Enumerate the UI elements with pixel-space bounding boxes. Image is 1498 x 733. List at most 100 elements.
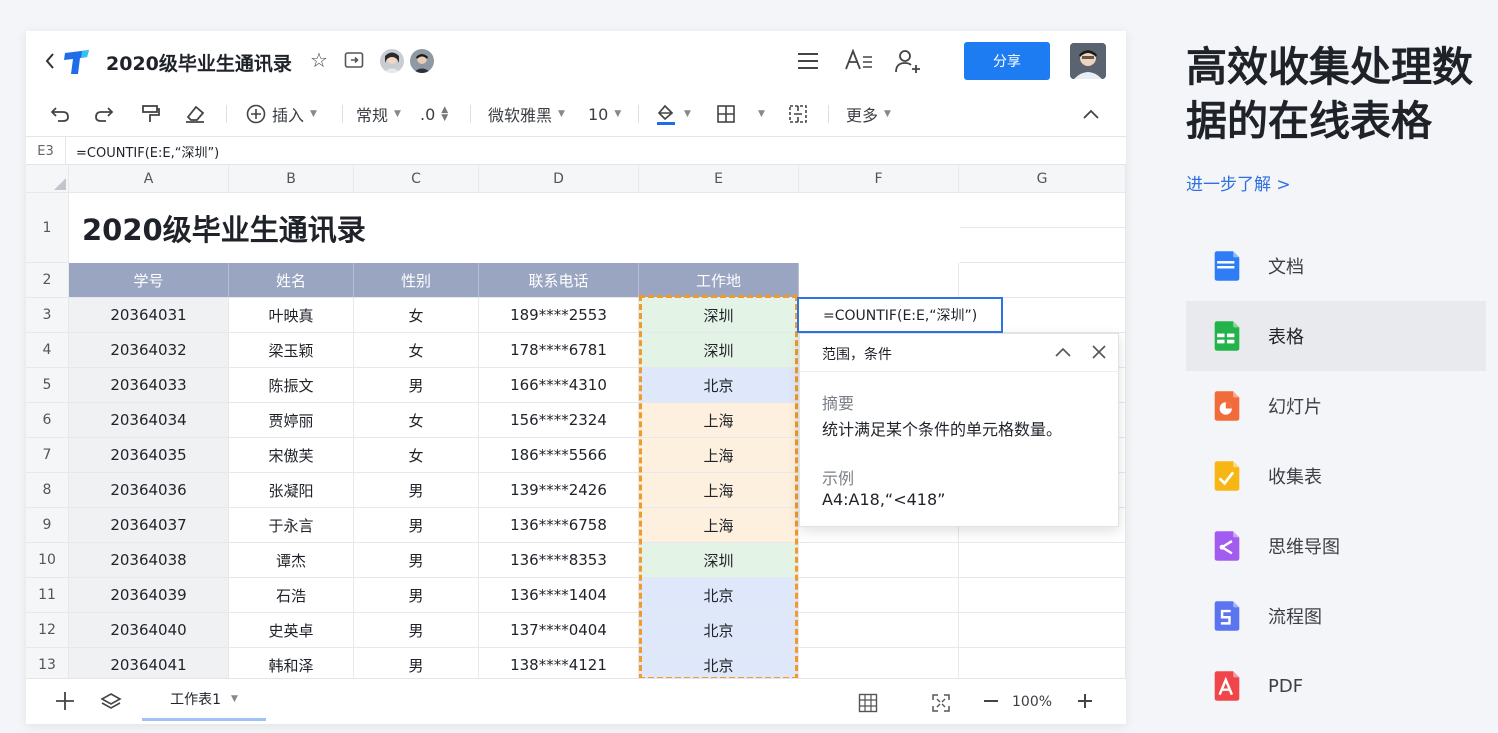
row-header[interactable]: 13	[26, 648, 69, 678]
grid-cell[interactable]	[959, 613, 1126, 648]
grid-cell[interactable]	[799, 578, 959, 613]
product-item[interactable]: 表格	[1186, 301, 1486, 371]
fit-screen-icon[interactable]	[930, 692, 952, 714]
zoom-out-icon[interactable]	[982, 690, 1000, 712]
student-id-cell[interactable]: 20364039	[69, 578, 229, 613]
gender-cell[interactable]: 女	[354, 438, 479, 473]
workplace-cell[interactable]: 上海	[639, 403, 799, 438]
gender-cell[interactable]: 男	[354, 368, 479, 403]
name-cell[interactable]: 梁玉颖	[229, 333, 354, 368]
select-all-corner[interactable]	[26, 165, 69, 193]
row-header[interactable]: 5	[26, 368, 69, 403]
workplace-cell[interactable]: 深圳	[639, 298, 799, 333]
gender-cell[interactable]: 女	[354, 403, 479, 438]
phone-cell[interactable]: 136****6758	[479, 508, 639, 543]
row-header[interactable]: 6	[26, 403, 69, 438]
phone-cell[interactable]: 178****6781	[479, 333, 639, 368]
add-sheet-icon[interactable]	[54, 690, 76, 712]
name-cell[interactable]: 谭杰	[229, 543, 354, 578]
column-header-c[interactable]: C	[354, 165, 479, 193]
font-size-select[interactable]: 10 ▼	[588, 91, 621, 137]
gender-cell[interactable]: 男	[354, 473, 479, 508]
clear-format-icon[interactable]	[184, 91, 206, 137]
phone-cell[interactable]: 137****0404	[479, 613, 639, 648]
sheet-tab[interactable]: 工作表1 ▼	[142, 679, 266, 721]
doc-title[interactable]: 2020级毕业生通讯录	[106, 49, 292, 76]
row-header[interactable]: 7	[26, 438, 69, 473]
grid-cell[interactable]	[799, 648, 959, 678]
header-cell-student-id[interactable]: 学号	[69, 263, 229, 298]
workplace-cell[interactable]: 上海	[639, 508, 799, 543]
phone-cell[interactable]: 136****8353	[479, 543, 639, 578]
share-button[interactable]: 分享	[964, 42, 1050, 80]
workplace-cell[interactable]: 上海	[639, 473, 799, 508]
move-to-folder-icon[interactable]	[344, 50, 364, 70]
product-item[interactable]: 收集表	[1186, 441, 1486, 511]
name-cell[interactable]: 宋傲芙	[229, 438, 354, 473]
column-header-f[interactable]: F	[799, 165, 959, 193]
header-cell-name[interactable]: 姓名	[229, 263, 354, 298]
student-id-cell[interactable]: 20364040	[69, 613, 229, 648]
more-menu[interactable]: 更多 ▼	[846, 91, 891, 137]
gridlines-icon[interactable]	[858, 693, 878, 713]
phone-cell[interactable]: 139****2426	[479, 473, 639, 508]
product-item[interactable]: 思维导图	[1186, 511, 1486, 581]
column-header-g[interactable]: G	[959, 165, 1126, 193]
column-header-d[interactable]: D	[479, 165, 639, 193]
collapse-toolbar-icon[interactable]	[1082, 91, 1100, 137]
student-id-cell[interactable]: 20364034	[69, 403, 229, 438]
product-item[interactable]: 文档	[1186, 231, 1486, 301]
product-item[interactable]: 幻灯片	[1186, 371, 1486, 441]
student-id-cell[interactable]: 20364037	[69, 508, 229, 543]
product-item[interactable]: PDF	[1186, 651, 1486, 721]
undo-icon[interactable]	[50, 91, 70, 137]
grid-cell[interactable]	[959, 263, 1126, 298]
gender-cell[interactable]: 女	[354, 333, 479, 368]
grid-cell[interactable]	[799, 543, 959, 578]
gender-cell[interactable]: 男	[354, 613, 479, 648]
grid-cell[interactable]	[799, 613, 959, 648]
close-icon[interactable]	[1090, 343, 1108, 361]
row-header[interactable]: 10	[26, 543, 69, 578]
zoom-level[interactable]: 100%	[1012, 679, 1052, 724]
grid-cell[interactable]	[959, 543, 1126, 578]
workplace-cell[interactable]: 上海	[639, 438, 799, 473]
student-id-cell[interactable]: 20364041	[69, 648, 229, 678]
user-avatar[interactable]	[1070, 43, 1106, 79]
phone-cell[interactable]: 136****1404	[479, 578, 639, 613]
phone-cell[interactable]: 186****5566	[479, 438, 639, 473]
name-cell[interactable]: 张凝阳	[229, 473, 354, 508]
phone-cell[interactable]: 156****2324	[479, 403, 639, 438]
name-cell[interactable]: 韩和泽	[229, 648, 354, 678]
sheet-title-cell[interactable]: 2020级毕业生通讯录	[70, 193, 960, 263]
merge-cells-icon[interactable]	[788, 91, 808, 137]
phone-cell[interactable]: 138****4121	[479, 648, 639, 678]
column-header-e[interactable]: E	[639, 165, 799, 193]
grid-cell[interactable]	[959, 193, 1126, 228]
workplace-cell[interactable]: 北京	[639, 368, 799, 403]
cell-reference[interactable]: E3	[26, 137, 66, 165]
add-collaborator-icon[interactable]	[894, 48, 922, 74]
phone-cell[interactable]: 189****2553	[479, 298, 639, 333]
zoom-in-icon[interactable]	[1074, 689, 1096, 713]
grid-cell[interactable]	[959, 228, 1126, 263]
number-format-select[interactable]: 常规 ▼	[356, 91, 401, 137]
workplace-cell[interactable]: 北京	[639, 578, 799, 613]
gender-cell[interactable]: 男	[354, 578, 479, 613]
student-id-cell[interactable]: 20364035	[69, 438, 229, 473]
back-icon[interactable]	[40, 49, 60, 73]
borders-button[interactable]: ▼	[716, 91, 765, 137]
active-cell-editor[interactable]: =COUNTIF(E:E,“深圳”)	[797, 297, 1003, 333]
student-id-cell[interactable]: 20364038	[69, 543, 229, 578]
name-cell[interactable]: 于永言	[229, 508, 354, 543]
grid-cell[interactable]	[959, 578, 1126, 613]
student-id-cell[interactable]: 20364032	[69, 333, 229, 368]
row-header[interactable]: 12	[26, 613, 69, 648]
row-header[interactable]: 8	[26, 473, 69, 508]
name-cell[interactable]: 贾婷丽	[229, 403, 354, 438]
header-cell-phone[interactable]: 联系电话	[479, 263, 639, 298]
row-header[interactable]: 11	[26, 578, 69, 613]
name-cell[interactable]: 石浩	[229, 578, 354, 613]
collaborator-avatar[interactable]	[380, 49, 404, 73]
text-format-icon[interactable]	[844, 47, 874, 73]
